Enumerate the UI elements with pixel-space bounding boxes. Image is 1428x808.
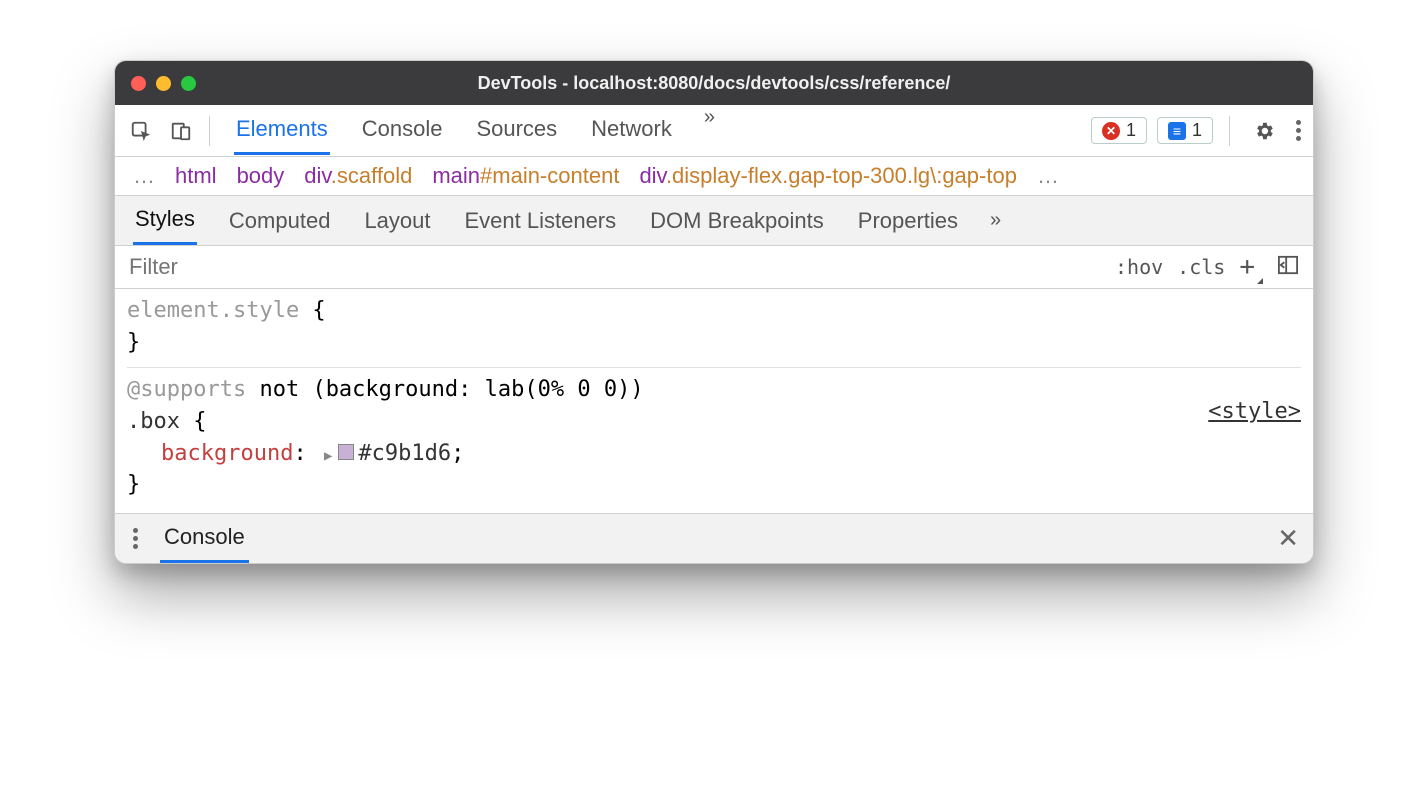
css-property-value[interactable]: #c9b1d6 xyxy=(358,441,451,466)
devtools-window: DevTools - localhost:8080/docs/devtools/… xyxy=(114,60,1314,564)
filter-actions: :hov .cls + xyxy=(1101,252,1313,282)
window-title: DevTools - localhost:8080/docs/devtools/… xyxy=(131,73,1297,94)
subtab-properties[interactable]: Properties xyxy=(856,198,960,244)
main-toolbar: Elements Console Sources Network » ✕ 1 ≡… xyxy=(115,105,1313,157)
more-subtabs-icon[interactable]: » xyxy=(990,209,997,232)
cls-toggle[interactable]: .cls xyxy=(1177,255,1225,279)
issues-badge[interactable]: ≡ 1 xyxy=(1157,117,1213,144)
style-rule-box[interactable]: <style> @supports not (background: lab(0… xyxy=(127,367,1301,502)
more-options-icon[interactable] xyxy=(1292,116,1305,145)
tab-elements[interactable]: Elements xyxy=(234,106,330,155)
subtab-computed[interactable]: Computed xyxy=(227,198,333,244)
rule-selector: element.style xyxy=(127,298,299,323)
rule-source-link[interactable]: <style> xyxy=(1208,396,1301,428)
subtab-styles[interactable]: Styles xyxy=(133,196,197,245)
styles-filter-bar: :hov .cls + xyxy=(115,246,1313,289)
panel-tabs: Elements Console Sources Network » xyxy=(234,106,1087,155)
device-toggle-icon[interactable] xyxy=(163,113,199,149)
close-window-button[interactable] xyxy=(131,76,146,91)
maximize-window-button[interactable] xyxy=(181,76,196,91)
error-icon: ✕ xyxy=(1102,122,1120,140)
titlebar: DevTools - localhost:8080/docs/devtools/… xyxy=(115,61,1313,105)
traffic-lights xyxy=(131,76,196,91)
dom-breadcrumb: … html body div.scaffold main#main-conte… xyxy=(115,157,1313,196)
tab-console[interactable]: Console xyxy=(360,106,445,155)
tab-sources[interactable]: Sources xyxy=(474,106,559,155)
close-drawer-icon[interactable]: ✕ xyxy=(1277,523,1299,554)
color-swatch[interactable] xyxy=(338,444,354,460)
issue-icon: ≡ xyxy=(1168,122,1186,140)
style-rule-element[interactable]: element.style { } xyxy=(127,295,1301,359)
breadcrumb-item[interactable]: main#main-content xyxy=(432,163,619,189)
issue-count: 1 xyxy=(1192,120,1202,141)
minimize-window-button[interactable] xyxy=(156,76,171,91)
breadcrumb-item[interactable]: body xyxy=(237,163,285,189)
inspect-element-icon[interactable] xyxy=(123,113,159,149)
hov-toggle[interactable]: :hov xyxy=(1115,255,1163,279)
settings-icon[interactable] xyxy=(1246,113,1282,149)
at-rule-condition: not (background: lab(0% 0 0)) xyxy=(246,377,643,402)
subtab-layout[interactable]: Layout xyxy=(362,198,432,244)
computed-panel-toggle-icon[interactable] xyxy=(1277,255,1299,280)
subtab-event-listeners[interactable]: Event Listeners xyxy=(463,198,619,244)
breadcrumb-ellipsis-left[interactable]: … xyxy=(133,163,155,189)
error-count: 1 xyxy=(1126,120,1136,141)
toolbar-right: ✕ 1 ≡ 1 xyxy=(1091,113,1305,149)
css-property-name[interactable]: background xyxy=(161,441,293,466)
breadcrumb-item[interactable]: html xyxy=(175,163,217,189)
new-style-rule-button[interactable]: + xyxy=(1239,252,1263,282)
subtab-dom-breakpoints[interactable]: DOM Breakpoints xyxy=(648,198,826,244)
breadcrumb-item[interactable]: div.display-flex.gap-top-300.lg\:gap-top xyxy=(639,163,1017,189)
separator xyxy=(1229,116,1230,146)
more-tabs-icon[interactable]: » xyxy=(704,106,711,155)
breadcrumb-ellipsis-right[interactable]: … xyxy=(1037,163,1059,189)
at-rule: @supports xyxy=(127,377,246,402)
styles-pane: element.style { } <style> @supports not … xyxy=(115,289,1313,513)
drawer-menu-icon[interactable] xyxy=(129,524,142,553)
rule-selector: .box xyxy=(127,409,180,434)
expand-longhand-icon[interactable]: ▶ xyxy=(324,446,332,466)
console-drawer: Console ✕ xyxy=(115,513,1313,563)
tab-network[interactable]: Network xyxy=(589,106,674,155)
breadcrumb-item[interactable]: div.scaffold xyxy=(304,163,412,189)
styles-subtabs: Styles Computed Layout Event Listeners D… xyxy=(115,196,1313,246)
separator xyxy=(209,116,210,146)
errors-badge[interactable]: ✕ 1 xyxy=(1091,117,1147,144)
drawer-tab-console[interactable]: Console xyxy=(160,514,249,563)
styles-filter-input[interactable] xyxy=(115,246,1101,288)
